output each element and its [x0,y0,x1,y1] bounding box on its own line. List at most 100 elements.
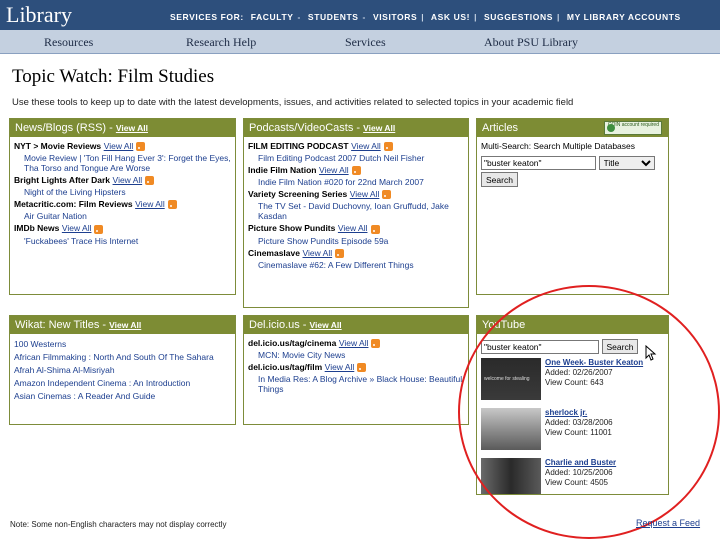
top-link-suggestions[interactable]: SUGGESTIONS [484,12,553,22]
feed-view-all-link[interactable]: View All [303,248,333,258]
feed-title[interactable]: NYT > Movie Reviews [14,141,101,151]
feed-item-link[interactable]: Movie Review | 'Ton Fill Hang Ever 3': F… [14,153,231,173]
feed-view-all-link[interactable]: View All [113,175,143,185]
wikat-view-all-link[interactable]: View All [109,320,141,330]
youtube-search-button[interactable]: Search [601,339,639,354]
youtube-video-item: Charlie and Buster Added: 10/25/2006 View … [481,458,664,494]
rss-feed-icon[interactable] [167,200,177,210]
feed-view-all-link[interactable]: View All [319,165,349,175]
video-title-link[interactable]: One Week- Buster Keaton [545,358,643,368]
youtube-search-input[interactable] [481,339,599,354]
feed-title[interactable]: Metacritic.com: Film Reviews [14,199,133,209]
feed-item-link[interactable]: Indie Film Nation #020 for 22nd March 20… [248,177,464,187]
feed-view-all-link[interactable]: View All [62,223,92,233]
nav-resources[interactable]: Resources [44,35,93,50]
podcasts-view-all-link[interactable]: View All [363,123,395,133]
feed-title[interactable]: del.icio.us/tag/film [248,362,322,372]
youtube-results: welcome for stealing One Week- Buster Kea… [481,358,664,494]
feed-view-all-link[interactable]: View All [325,362,355,372]
rss-feed-icon[interactable] [335,248,345,258]
feed-title[interactable]: IMDb News [14,223,59,233]
feed-row: IMDb News View All [14,223,231,234]
rss-feed-icon[interactable] [136,142,146,152]
news-blogs-header: News/Blogs (RSS) - View All [10,119,235,137]
delicious-panel: Del.icio.us - View All del.icio.us/tag/c… [243,315,469,425]
podcasts-panel: Podcasts/VideoCasts - View All FILM EDIT… [243,118,469,308]
new-title-link[interactable]: African Filmmaking : North And South Of … [14,352,231,362]
feed-view-all-link[interactable]: View All [350,189,380,199]
top-link-ask-us[interactable]: ASK US! [431,12,470,22]
coin-account-badge: COIN account required [604,121,662,135]
feed-item-link[interactable]: In Media Res: A Blog Archive » Black Hou… [248,374,464,394]
library-logo[interactable]: Library [6,2,72,28]
top-bar: Library SERVICES FOR: FACULTY - STUDENTS -… [0,0,720,30]
rss-feed-icon[interactable] [351,166,361,176]
top-link-my-library-accounts[interactable]: MY LIBRARY ACCOUNTS [567,12,681,22]
podcasts-header: Podcasts/VideoCasts - View All [244,119,468,137]
video-thumbnail[interactable] [481,408,541,450]
rss-feed-icon[interactable] [370,224,380,234]
feed-item-link[interactable]: Picture Show Pundits Episode 59a [248,236,464,246]
new-title-link[interactable]: Amazon Independent Cinema : An Introduct… [14,378,231,388]
feed-item-link[interactable]: 'Fuckabees' Trace His Internet [14,236,231,246]
feed-title[interactable]: Indie Film Nation [248,165,316,175]
feed-title[interactable]: Bright Lights After Dark [14,175,110,185]
video-view-count: View Count: 643 [545,378,604,387]
feed-row: Cinemaslave View All [248,248,464,258]
youtube-header: YouTube [477,316,668,334]
articles-field-select[interactable]: Title [598,156,655,170]
delicious-view-all-link[interactable]: View All [310,320,342,330]
articles-search-input[interactable] [481,156,596,170]
multi-search-label: Multi-Search: Search Multiple Databases [481,141,636,151]
top-link-students[interactable]: STUDENTS [308,12,359,22]
new-title-link[interactable]: Afrah Al-Shima Al-Misriyah [14,365,231,375]
nav-research-help[interactable]: Research Help [186,35,256,50]
video-added-date: Added: 10/25/2006 [545,468,613,477]
rss-feed-icon[interactable] [94,224,104,234]
feed-view-all-link[interactable]: View All [104,141,134,151]
request-feed-link[interactable]: Request a Feed [636,518,700,528]
video-title-link[interactable]: Charlie and Buster [545,458,616,468]
feed-title[interactable]: del.icio.us/tag/cinema [248,338,336,348]
feed-item-link[interactable]: MCN: Movie City News [248,350,464,360]
feed-item-link[interactable]: Cinemaslave #62: A Few Different Things [248,260,464,270]
nav-about[interactable]: About PSU Library [484,35,578,50]
feed-title[interactable]: Picture Show Pundits [248,223,335,233]
youtube-body: Search welcome for stealing One Week- Bus… [477,334,668,494]
rss-feed-icon[interactable] [382,190,392,200]
feed-row: del.icio.us/tag/film View All [248,362,464,373]
rss-feed-icon[interactable] [145,176,155,186]
new-title-link[interactable]: Asian Cinemas : A Reader And Guide [14,391,231,401]
feed-title[interactable]: Cinemaslave [248,248,300,258]
video-title-link[interactable]: sherlock jr. [545,408,613,418]
feed-view-all-link[interactable]: View All [339,338,369,348]
wikat-header: Wikat: New Titles - View All [10,316,235,334]
video-info: One Week- Buster Keaton Added: 02/26/2007… [545,358,643,388]
video-thumbnail[interactable] [481,458,541,494]
feed-item-link[interactable]: Night of the Living Hipsters [14,187,231,197]
news-blogs-panel: News/Blogs (RSS) - View All NYT > Movie … [9,118,236,295]
articles-search-button[interactable]: Search [481,172,518,187]
video-info: sherlock jr. Added: 03/28/2006 View Count:… [545,408,613,438]
articles-panel: Articles COIN account required Multi-Sea… [476,118,669,295]
wikat-panel: Wikat: New Titles - View All 100 Western… [9,315,236,425]
top-link-visitors[interactable]: VISITORS [373,12,417,22]
top-link-faculty[interactable]: FACULTY [251,12,294,22]
new-title-link[interactable]: 100 Westerns [14,339,231,349]
feed-view-all-link[interactable]: View All [135,199,165,209]
feed-title[interactable]: FILM EDITING PODCAST [248,141,349,151]
rss-feed-icon[interactable] [383,142,393,152]
nav-services[interactable]: Services [345,35,386,50]
feed-view-all-link[interactable]: View All [338,223,368,233]
rss-feed-icon[interactable] [371,339,381,349]
feed-item-link[interactable]: Air Guitar Nation [14,211,231,221]
feed-item-link[interactable]: The TV Set - David Duchovny, Ioan Gruffu… [248,201,464,221]
feed-item-link[interactable]: Film Editing Podcast 2007 Dutch Neil Fis… [248,153,464,163]
feed-title[interactable]: Variety Screening Series [248,189,347,199]
articles-header: Articles COIN account required [477,119,668,137]
feed-row: FILM EDITING PODCAST View All [248,141,464,152]
feed-view-all-link[interactable]: View All [351,141,381,151]
rss-feed-icon[interactable] [357,363,367,373]
video-thumbnail[interactable]: welcome for stealing [481,358,541,400]
news-view-all-link[interactable]: View All [116,123,148,133]
